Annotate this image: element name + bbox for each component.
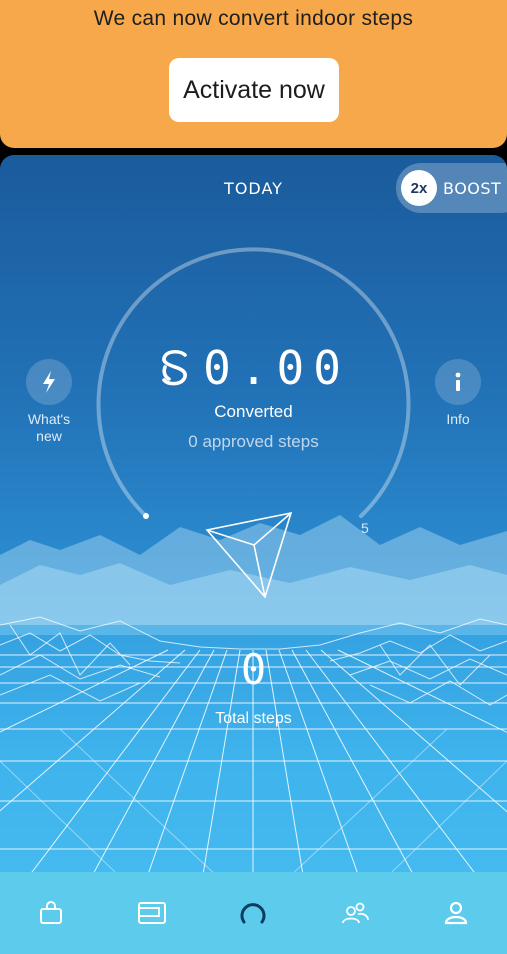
balance-display: 0.00 <box>0 341 507 395</box>
main-panel: TODAY 2x BOOST What's new Info 0.00 Conv… <box>0 155 507 954</box>
nav-friends[interactable] <box>325 883 385 943</box>
activate-now-button[interactable]: Activate now <box>169 58 339 122</box>
boost-label: BOOST <box>443 178 502 198</box>
gauge-max-label: 5 <box>361 520 369 536</box>
nav-profile[interactable] <box>426 883 486 943</box>
boost-button[interactable]: 2x BOOST <box>396 163 507 213</box>
nav-wallet[interactable] <box>122 883 182 943</box>
total-steps-label: Total steps <box>215 710 292 727</box>
boost-multiplier-badge: 2x <box>401 170 437 206</box>
banner-message: We can now convert indoor steps <box>93 7 414 30</box>
converted-label: Converted <box>214 402 293 421</box>
nav-home[interactable] <box>223 883 283 943</box>
wallet-icon <box>138 902 167 924</box>
nav-shop[interactable] <box>21 883 81 943</box>
shop-icon <box>39 901 62 924</box>
bottom-nav <box>0 872 507 954</box>
profile-icon <box>445 901 468 925</box>
sweatcoin-icon <box>241 903 266 924</box>
approved-steps-text: 0 approved steps <box>188 432 319 451</box>
total-steps-value: 0 <box>240 645 267 694</box>
promo-banner: We can now convert indoor steps Activate… <box>0 0 507 148</box>
friends-icon <box>341 902 369 924</box>
sweatcoin-icon <box>162 349 188 386</box>
landscape-background <box>0 247 507 954</box>
balance-value: 0.00 <box>203 341 350 395</box>
